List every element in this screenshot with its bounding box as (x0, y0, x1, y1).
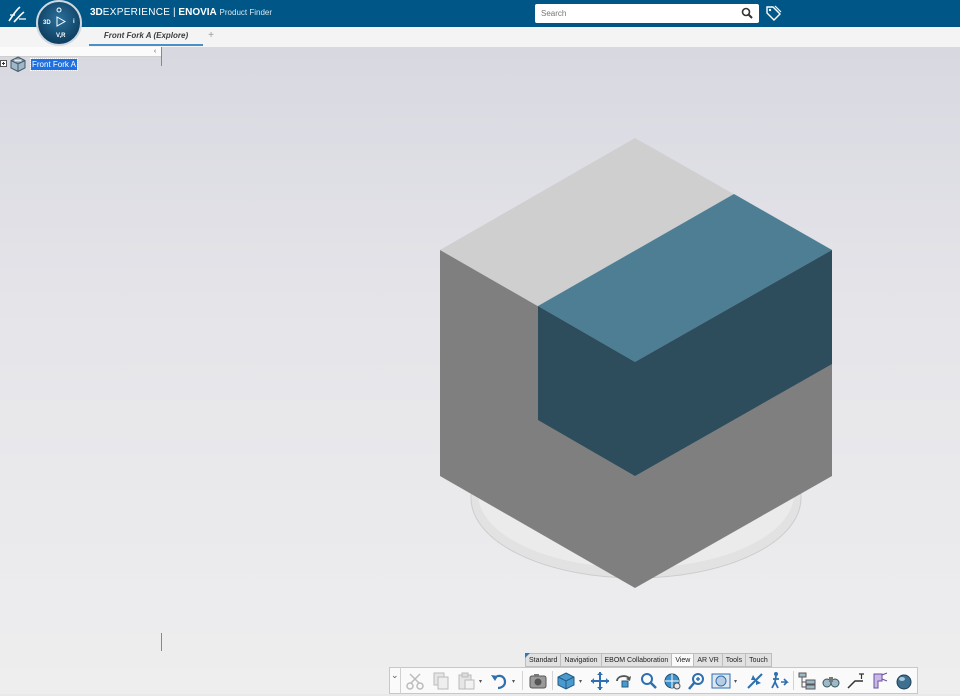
compass-bottom-label: V,R (56, 33, 66, 39)
cut-icon[interactable] (405, 671, 425, 691)
action-bar-tabs: Standard Navigation EBOM Collaboration V… (525, 653, 772, 667)
toolbar-separator (522, 671, 523, 690)
tree-expand-icon[interactable] (0, 60, 7, 67)
fly-icon[interactable] (745, 671, 765, 691)
action-bar-corner-marker (525, 653, 530, 658)
sphere-icon[interactable] (894, 671, 914, 691)
tab-front-fork-explore[interactable]: Front Fork A (Explore) (89, 27, 203, 46)
copy-icon[interactable] (431, 671, 451, 691)
rotate-icon[interactable] (614, 671, 634, 691)
paste-icon[interactable] (456, 671, 476, 691)
capture-icon[interactable] (528, 671, 548, 691)
view-dropdown-icon[interactable]: ▾ (579, 679, 585, 685)
tab-standard[interactable]: Standard (525, 653, 562, 667)
toolbar-separator (793, 671, 794, 690)
expander-chevron-icon: ⌄ (391, 670, 399, 680)
product-icon (10, 56, 26, 72)
add-tab-button[interactable]: + (205, 29, 217, 43)
toolbar-separator (552, 671, 553, 690)
compass-widget[interactable]: 3D i V,R (36, 0, 82, 46)
action-bar-expander[interactable]: ⌄ (389, 667, 401, 694)
compass-social-icon (56, 7, 62, 13)
tab-tools[interactable]: Tools (721, 653, 747, 667)
zoom-icon[interactable] (639, 671, 659, 691)
tag-icon[interactable] (765, 5, 782, 22)
tree-node-front-fork-a[interactable]: Front Fork A (29, 58, 79, 71)
brand-app: ENOVIA (178, 7, 217, 18)
brand-role: Product Finder (219, 8, 273, 17)
tree-splitter-bottom[interactable] (161, 633, 162, 651)
view-cube-icon[interactable] (556, 671, 576, 691)
brand-experience: EXPERIENCE (102, 7, 171, 18)
binoculars-icon[interactable] (821, 671, 841, 691)
3d-model-cube[interactable] (400, 120, 860, 610)
tree-splitter-top[interactable] (161, 47, 162, 66)
compass-right-label: i (73, 19, 75, 25)
paste-dropdown-icon[interactable]: ▾ (479, 679, 485, 685)
undo-dropdown-icon[interactable]: ▾ (512, 679, 518, 685)
tab-view[interactable]: View (671, 653, 695, 667)
search-icon[interactable] (741, 7, 753, 19)
measure-icon[interactable] (846, 671, 866, 691)
tab-ar-vr[interactable]: AR VR (693, 653, 723, 667)
render-dropdown-icon[interactable]: ▾ (734, 679, 740, 685)
tab-navigation[interactable]: Navigation (560, 653, 602, 667)
tab-touch[interactable]: Touch (745, 653, 772, 667)
search-input[interactable] (541, 7, 731, 20)
tree-reorder-icon[interactable] (797, 671, 817, 691)
annotation-icon[interactable] (870, 671, 890, 691)
dassault-logo-icon[interactable] (6, 3, 30, 25)
tree-collapse-button[interactable]: ‹ (150, 47, 160, 56)
tab-ebom-collaboration[interactable]: EBOM Collaboration (600, 653, 673, 667)
brand-title: 3DEXPERIENCE | ENOVIA Product Finder (90, 7, 272, 18)
zoom-area-icon[interactable] (687, 671, 707, 691)
render-style-icon[interactable] (711, 671, 731, 691)
play-icon (56, 16, 66, 27)
top-bar: 3DEXPERIENCE | ENOVIA Product Finder (0, 0, 960, 27)
compass-left-label: 3D (43, 20, 51, 26)
undo-icon[interactable] (489, 671, 509, 691)
brand-3d: 3D (90, 7, 103, 18)
fit-all-icon[interactable] (662, 671, 682, 691)
walk-icon[interactable] (769, 671, 789, 691)
pan-icon[interactable] (590, 671, 610, 691)
search-box[interactable] (535, 4, 759, 23)
